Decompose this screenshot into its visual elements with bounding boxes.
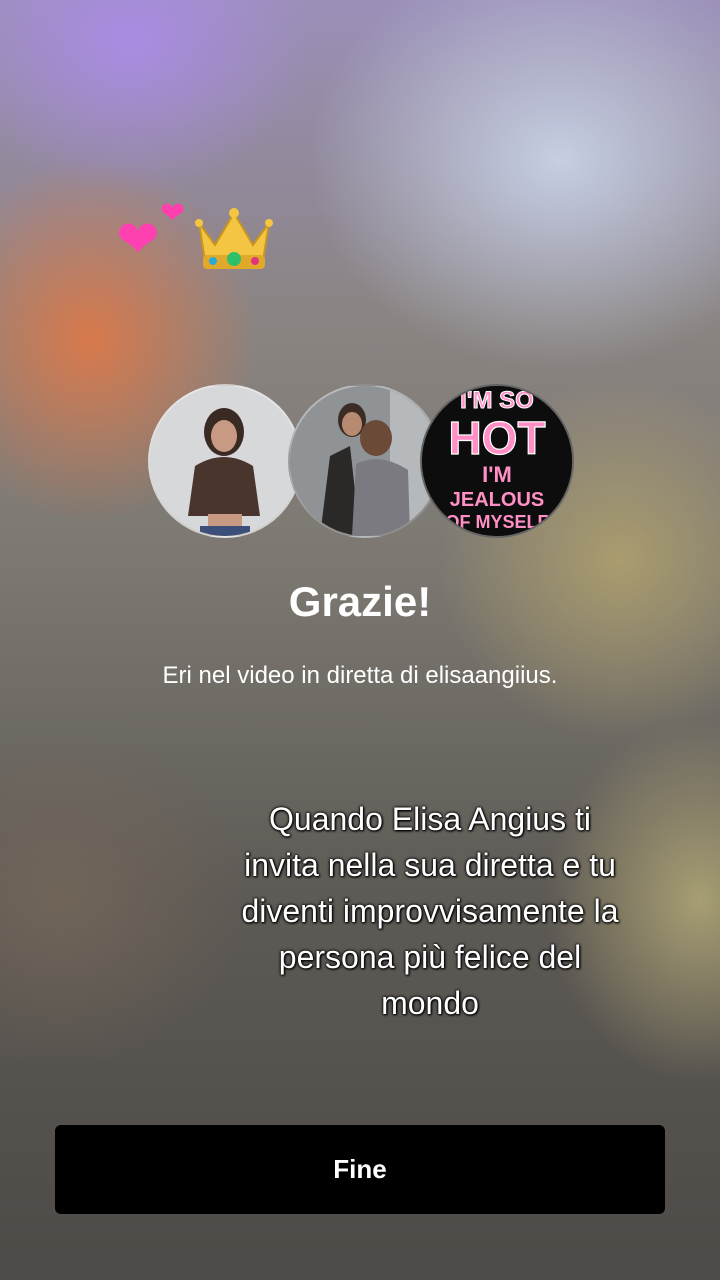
poster-photo-icon: I'M SO HOT I'M JEALOUS OF MYSELF: [422, 386, 572, 536]
participant-avatars: I'M SO HOT I'M JEALOUS OF MYSELF: [148, 384, 574, 538]
woman-photo-icon: [150, 386, 300, 536]
avatar-woman: [148, 384, 302, 538]
couple-photo-icon: [290, 386, 440, 536]
thanks-title: Grazie!: [288, 578, 432, 625]
video-caption: Quando Elisa Angius ti invita nella sua …: [241, 801, 619, 1021]
poster-line-1: I'M SO: [460, 387, 534, 414]
avatar-poster: I'M SO HOT I'M JEALOUS OF MYSELF: [420, 384, 574, 538]
done-button[interactable]: Fine: [55, 1125, 665, 1214]
crown-icon: [195, 208, 273, 269]
poster-line-4: JEALOUS: [450, 489, 544, 511]
thanks-subtitle: Eri nel video in diretta di elisaangiius…: [162, 662, 558, 689]
poster-line-2: HOT: [448, 412, 545, 464]
small-heart-icon: ❤: [160, 197, 186, 230]
avatar-couple: [288, 384, 442, 538]
two-hearts-icon: ❤: [116, 211, 160, 269]
blurred-background: [0, 0, 720, 1280]
poster-line-3: I'M: [482, 462, 512, 487]
poster-line-5: OF MYSELF: [446, 512, 549, 532]
